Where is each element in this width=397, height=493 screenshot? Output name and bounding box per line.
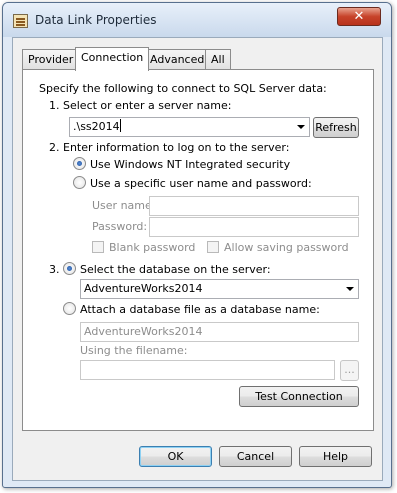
browse-button[interactable]: ... bbox=[340, 360, 359, 381]
filename-input[interactable] bbox=[80, 360, 335, 380]
window-title: Data Link Properties bbox=[35, 13, 157, 27]
tab-provider[interactable]: Provider bbox=[22, 49, 80, 70]
text-caret bbox=[119, 119, 121, 132]
blank-password-checkbox[interactable] bbox=[92, 241, 104, 253]
attach-database-name-input[interactable]: AdventureWorks2014 bbox=[80, 322, 359, 342]
database-select[interactable]: AdventureWorks2014 bbox=[80, 279, 359, 299]
cancel-button[interactable]: Cancel bbox=[219, 446, 292, 467]
blank-password-label[interactable]: Blank password bbox=[109, 241, 195, 254]
refresh-button[interactable]: Refresh bbox=[313, 117, 359, 138]
connection-panel: Specify the following to connect to SQL … bbox=[22, 69, 374, 431]
filename-label: Using the filename: bbox=[80, 344, 188, 357]
nt-security-radio[interactable] bbox=[73, 157, 86, 170]
close-icon: ✕ bbox=[353, 9, 365, 24]
dialog-window: Data Link Properties ✕ Provider Connecti… bbox=[2, 2, 392, 488]
tab-advanced[interactable]: Advanced bbox=[144, 49, 211, 70]
allow-saving-checkbox[interactable] bbox=[207, 241, 219, 253]
username-label: User name: bbox=[92, 199, 156, 212]
step1-label: 1. Select or enter a server name: bbox=[49, 99, 232, 112]
specific-user-label[interactable]: Use a specific user name and password: bbox=[90, 177, 312, 190]
chevron-down-icon[interactable] bbox=[297, 125, 305, 129]
specific-user-radio[interactable] bbox=[73, 176, 86, 189]
password-label: Password: bbox=[92, 220, 148, 233]
tab-all[interactable]: All bbox=[205, 49, 231, 70]
nt-security-label[interactable]: Use Windows NT Integrated security bbox=[90, 158, 290, 171]
server-name-value: .\ss2014 bbox=[73, 120, 120, 133]
server-name-combo[interactable]: .\ss2014 bbox=[69, 117, 310, 137]
select-database-radio[interactable] bbox=[63, 262, 76, 275]
attach-database-radio[interactable] bbox=[63, 302, 76, 315]
title-bar[interactable]: Data Link Properties ✕ bbox=[3, 3, 391, 37]
ok-button[interactable]: OK bbox=[139, 446, 212, 467]
allow-saving-label[interactable]: Allow saving password bbox=[224, 241, 349, 254]
close-button[interactable]: ✕ bbox=[337, 7, 381, 26]
step2-label: 2. Enter information to log on to the se… bbox=[49, 141, 290, 154]
username-input[interactable] bbox=[149, 196, 359, 216]
data-link-icon bbox=[13, 14, 28, 28]
database-value: AdventureWorks2014 bbox=[84, 282, 203, 295]
attach-database-label[interactable]: Attach a database file as a database nam… bbox=[80, 303, 320, 316]
intro-text: Specify the following to connect to SQL … bbox=[39, 82, 327, 95]
chevron-down-icon[interactable] bbox=[346, 287, 354, 291]
tab-connection[interactable]: Connection bbox=[75, 47, 150, 71]
test-connection-button[interactable]: Test Connection bbox=[239, 386, 359, 407]
select-database-label[interactable]: Select the database on the server: bbox=[80, 263, 271, 276]
step3-number: 3. bbox=[49, 263, 60, 276]
dialog-client-area: Provider Connection Advanced All Specify… bbox=[12, 37, 383, 481]
help-button[interactable]: Help bbox=[299, 446, 372, 467]
password-input[interactable] bbox=[149, 217, 359, 237]
